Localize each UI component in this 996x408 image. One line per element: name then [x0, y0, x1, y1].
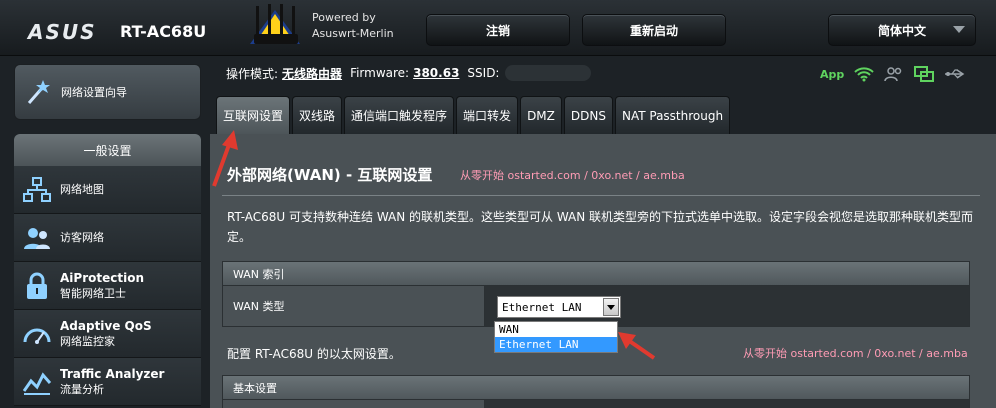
tab-dmz[interactable]: DMZ	[520, 96, 562, 134]
nav-item-aiprotection[interactable]: AiProtection 智能网络卫士	[14, 262, 201, 310]
powered-by-line2: Asuswrt-Merlin	[312, 27, 394, 40]
chevron-down-icon[interactable]	[603, 298, 619, 316]
powered-by: Powered by Asuswrt-Merlin	[312, 10, 394, 42]
language-select[interactable]: 简体中文	[828, 14, 976, 46]
basic-settings-header: 基本设置	[222, 375, 970, 400]
lan-monitor-icon[interactable]	[914, 66, 935, 82]
clients-icon[interactable]	[884, 66, 904, 82]
title-divider	[222, 195, 980, 196]
firmware-label: Firmware:	[350, 66, 410, 80]
nav-setup-wizard[interactable]: 网络设置向导	[14, 64, 201, 120]
status-icons: App	[820, 64, 966, 84]
tab-nat-passthrough[interactable]: NAT Passthrough	[614, 96, 731, 134]
firmware-link[interactable]: 380.63	[413, 66, 459, 80]
wan-type-cell: Ethernet LAN	[485, 286, 969, 326]
tab-port-trigger[interactable]: 通信端口触发程序	[344, 96, 455, 134]
nav-item-title: Traffic Analyzer	[60, 366, 165, 381]
nav-section-general: 一般设置	[14, 134, 201, 166]
status-bar: 操作模式: 无线路由器 Firmware: 380.63 SSID:	[226, 64, 592, 82]
nav-item-label: 网络地图	[60, 183, 104, 196]
traffic-chart-icon	[14, 369, 60, 395]
chevron-down-icon	[953, 26, 965, 33]
usb-icon[interactable]	[944, 67, 966, 81]
nav-item-label: Adaptive QoS 网络监控家	[60, 319, 152, 349]
nav-item-title: AiProtection	[60, 270, 144, 285]
guest-users-icon	[14, 225, 60, 251]
app-link[interactable]: App	[820, 68, 844, 81]
language-label: 简体中文	[877, 23, 926, 38]
wan-type-select[interactable]: Ethernet LAN	[497, 296, 621, 318]
wifi-icon[interactable]	[854, 66, 874, 82]
nav-item-subtitle: 网络监控家	[60, 334, 115, 348]
nav-item-label: Traffic Analyzer 流量分析	[60, 367, 164, 397]
logout-button[interactable]: 注销	[426, 14, 570, 46]
gauge-icon	[14, 322, 60, 346]
wan-index-header: WAN 索引	[222, 261, 970, 286]
nav-item-title: Adaptive QoS	[60, 318, 152, 333]
nav-list: 网络地图 访客网络 AiProtection 智能网络卫士 Adaptive Qo…	[14, 166, 201, 406]
ethernet-note: 配置 RT-AC68U 的以太网设置。	[227, 347, 401, 361]
nav-item-subtitle: 智能网络卫士	[60, 286, 126, 300]
asus-logo: ASUS	[28, 20, 97, 44]
magic-wand-icon	[15, 77, 61, 107]
wan-type-selected-value: Ethernet LAN	[502, 300, 582, 314]
tab-ddns[interactable]: DDNS	[563, 96, 613, 134]
tab-bar: 互联网设置 双线路 通信端口触发程序 端口转发 DMZ DDNS NAT Pas…	[216, 96, 731, 134]
nav-item-label: 访客网络	[60, 231, 104, 244]
basic-settings-row	[222, 400, 970, 408]
tab-internet-settings[interactable]: 互联网设置	[216, 96, 291, 134]
main-content: 外部网络(WAN) - 互联网设置 从零开始 ostarted.com / 0x…	[210, 134, 996, 408]
tab-dual-wan[interactable]: 双线路	[292, 96, 343, 134]
operation-mode-link[interactable]: 无线路由器	[282, 65, 342, 82]
ssid-value-redacted	[505, 65, 592, 81]
watermark: 从零开始 ostarted.com / 0xo.net / ae.mba	[460, 169, 685, 182]
nav-item-subtitle: 流量分析	[60, 382, 104, 396]
lock-icon	[14, 272, 60, 300]
basic-settings-label-cell	[223, 400, 485, 408]
wan-type-label: WAN 类型	[223, 286, 485, 326]
page-description: RT-AC68U 可支持数种连结 WAN 的联机类型。这些类型可从 WAN 联机…	[227, 210, 974, 244]
nav-item-guest-network[interactable]: 访客网络	[14, 214, 201, 262]
nav-item-traffic-analyzer[interactable]: Traffic Analyzer 流量分析	[14, 358, 201, 406]
nav-item-network-map[interactable]: 网络地图	[14, 166, 201, 214]
tab-port-forwarding[interactable]: 端口转发	[456, 96, 519, 134]
basic-settings-value-cell	[485, 400, 969, 408]
router-icon	[250, 4, 300, 44]
wan-type-option[interactable]: WAN	[495, 322, 617, 337]
ssid-label: SSID:	[467, 66, 500, 80]
nav-item-label: AiProtection 智能网络卫士	[60, 271, 144, 301]
network-map-icon	[14, 176, 60, 203]
nav-setup-wizard-label: 网络设置向导	[61, 86, 127, 99]
powered-by-line1: Powered by	[312, 11, 376, 24]
nav-item-adaptive-qos[interactable]: Adaptive QoS 网络监控家	[14, 310, 201, 358]
wan-type-dropdown-list: WAN Ethernet LAN	[494, 321, 618, 353]
top-header: ASUS RT-AC68U Powered by Asuswrt-Merlin …	[0, 0, 996, 56]
model-name: RT-AC68U	[120, 22, 207, 41]
page-title: 外部网络(WAN) - 互联网设置	[227, 166, 433, 184]
reboot-button[interactable]: 重新启动	[582, 14, 726, 46]
wan-type-option-selected[interactable]: Ethernet LAN	[495, 337, 617, 352]
watermark: 从零开始 ostarted.com / 0xo.net / ae.mba	[743, 347, 968, 360]
operation-mode-label: 操作模式:	[226, 66, 279, 81]
